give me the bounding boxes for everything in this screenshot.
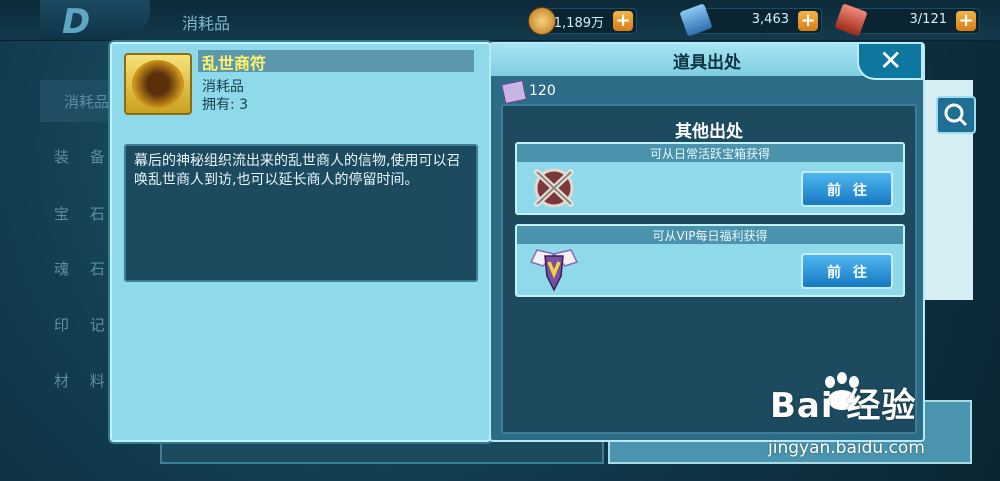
item-owned-count: 3	[239, 97, 249, 113]
watermark-url: jingyan.baidu.com	[768, 438, 925, 458]
add-diamond-button[interactable]: +	[798, 11, 818, 31]
source-text: 可从VIP每日福利获得	[652, 229, 768, 243]
search-button[interactable]	[936, 96, 976, 134]
gold-value: 1,189万	[553, 16, 604, 31]
add-gold-button[interactable]: +	[613, 11, 633, 31]
source-card: 可从VIP每日福利获得 前往	[515, 224, 905, 297]
item-description-box: 幕后的神秘组织流出来的乱世商人的信物,使用可以召唤乱世商人到访,也可以延长商人的…	[124, 144, 478, 282]
diamond-value: 3,463	[751, 12, 789, 27]
section-title: 其他出处	[675, 122, 743, 142]
crossed-swords-shield-icon	[534, 168, 574, 208]
item-icon	[124, 53, 192, 115]
item-detail-panel: 乱世商符 消耗品 拥有: 3 幕后的神秘组织流出来的乱世商人的信物,使用可以召唤…	[110, 42, 491, 442]
diamond-resource: 3,463 +	[679, 3, 822, 37]
sidebar: 消耗品 装 备 宝 石 魂 石 印 记 材 料	[40, 80, 120, 420]
item-name: 乱世商符	[202, 54, 267, 73]
category-title: 消耗品	[182, 14, 231, 33]
token-icon	[132, 60, 184, 108]
search-icon	[944, 103, 968, 127]
go-button[interactable]: 前往	[801, 253, 893, 289]
stamina-resource: 3/121 +	[834, 3, 980, 37]
gold-resource: 1,189万 +	[528, 7, 637, 35]
close-button[interactable]: ✕	[857, 44, 923, 80]
item-type: 消耗品	[202, 79, 244, 95]
close-icon: ✕	[879, 44, 903, 77]
back-logo-button[interactable]: D	[40, 0, 150, 42]
item-description: 幕后的神秘组织流出来的乱世商人的信物,使用可以召唤乱世商人到访,也可以延长商人的…	[134, 153, 461, 188]
cost-value: 120	[529, 83, 556, 99]
stamina-icon	[834, 3, 868, 37]
source-card: 可从日常活跃宝箱获得 前往	[515, 142, 905, 215]
source-text: 可从日常活跃宝箱获得	[649, 147, 770, 161]
add-stamina-button[interactable]: +	[956, 11, 976, 31]
stamina-value: 3/121	[909, 12, 947, 27]
item-owned-label: 拥有:	[202, 97, 235, 113]
item-owned: 拥有: 3	[202, 94, 248, 114]
watermark-brand: Bai 经验	[770, 386, 917, 426]
top-bar: D 消耗品 1,189万 + 3,463 + 3/121 +	[0, 0, 1000, 42]
diamond-icon	[679, 3, 713, 37]
winged-vip-badge-icon	[529, 249, 579, 292]
scroll-ticket-icon	[501, 79, 527, 105]
go-button[interactable]: 前往	[801, 171, 893, 207]
gold-coin-icon	[528, 7, 556, 35]
